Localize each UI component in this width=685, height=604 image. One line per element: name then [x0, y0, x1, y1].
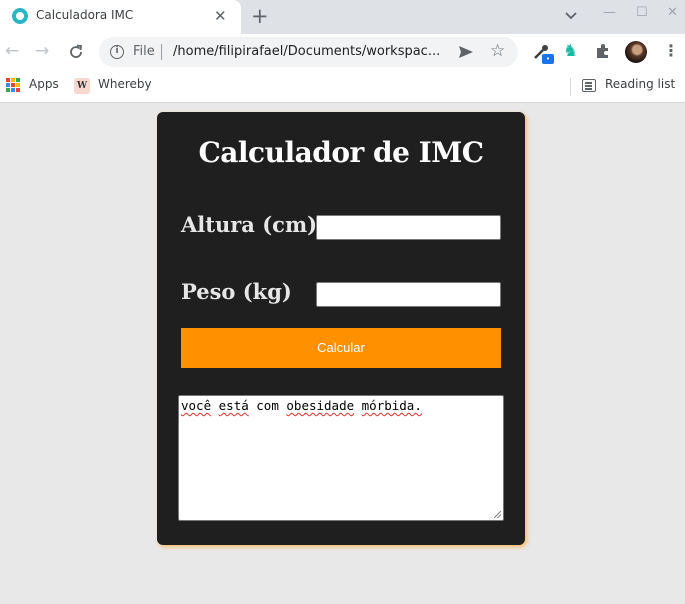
result-word: você — [181, 398, 212, 413]
back-arrow-icon[interactable]: ← — [5, 42, 19, 60]
weight-input[interactable] — [316, 282, 501, 307]
page-title: Calculador de IMC — [198, 136, 484, 169]
deer-extension-icon[interactable]: ♞ — [563, 42, 578, 60]
url-scheme-label: File — [133, 44, 155, 59]
browser-menu-icon[interactable]: ⋮ — [663, 43, 679, 59]
bookmark-star-icon[interactable]: ☆ — [490, 41, 505, 61]
minimize-window-icon[interactable]: — — [603, 5, 616, 20]
result-word: está — [218, 398, 249, 413]
tab-search-chevron-icon[interactable] — [564, 8, 578, 22]
apps-grid-icon[interactable] — [6, 78, 20, 92]
calculate-button[interactable]: Calcular — [181, 328, 501, 368]
bookmarks-divider — [570, 78, 571, 96]
bookmarks-bar: Apps W Whereby Reading list — [0, 70, 685, 103]
reading-list-button[interactable]: Reading list — [605, 77, 675, 91]
close-window-icon[interactable]: ✕ — [667, 5, 678, 20]
imc-calculator-card: Calculador de IMC Altura (cm) Peso (kg) … — [157, 112, 525, 545]
weight-label: Peso (kg) — [181, 279, 292, 304]
new-tab-icon[interactable]: + — [251, 4, 269, 28]
close-tab-icon[interactable]: ✕ — [214, 7, 227, 25]
result-textarea[interactable]: você está com obesidade mórbida. — [178, 395, 504, 521]
result-word: obesidade — [286, 398, 355, 413]
tab-calculadora-imc[interactable]: Calculadora IMC ✕ — [0, 0, 241, 34]
bookmark-whereby[interactable]: Whereby — [98, 77, 152, 91]
tab-title: Calculadora IMC — [36, 8, 134, 22]
site-info-icon[interactable]: i — [110, 45, 124, 59]
tab-strip: Calculadora IMC ✕ + — ☐ ✕ — [0, 0, 685, 34]
url-text[interactable]: /home/filipirafael/Documents/workspac... — [173, 44, 449, 59]
omnibox-divider — [161, 44, 162, 60]
reload-icon[interactable] — [67, 43, 85, 61]
result-word: com — [256, 398, 279, 413]
extension-badge: • — [542, 54, 554, 64]
send-tab-icon[interactable] — [458, 44, 474, 60]
bookmark-apps[interactable]: Apps — [29, 77, 59, 91]
browser-toolbar: ← → i File /home/filipirafael/Documents/… — [0, 34, 685, 70]
forward-arrow-icon[interactable]: → — [35, 42, 49, 60]
extensions-puzzle-icon[interactable] — [595, 43, 611, 59]
calculator-favicon-icon — [12, 8, 28, 24]
maximize-window-icon[interactable]: ☐ — [636, 5, 648, 20]
textarea-resize-grip[interactable] — [494, 511, 501, 518]
address-bar[interactable]: i File /home/filipirafael/Documents/work… — [99, 37, 518, 67]
result-word: mórbida. — [361, 398, 422, 413]
reading-list-icon[interactable] — [582, 79, 596, 92]
profile-avatar[interactable] — [625, 41, 647, 63]
height-label: Altura (cm) — [181, 212, 318, 237]
whereby-favicon-icon: W — [74, 78, 90, 94]
height-input[interactable] — [316, 215, 501, 240]
